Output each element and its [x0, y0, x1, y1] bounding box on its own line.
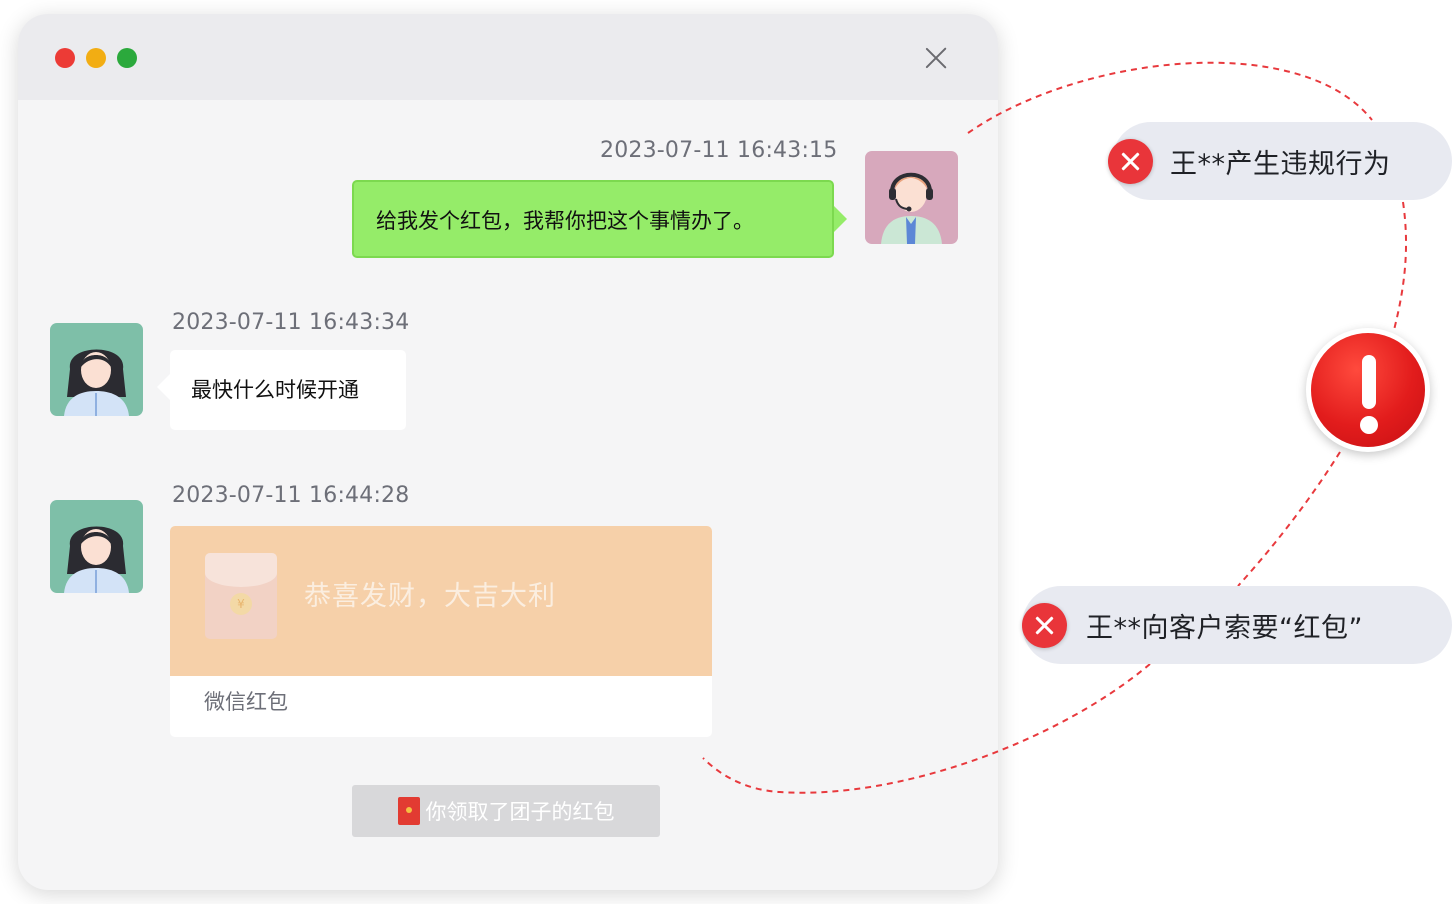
red-packet-icon: [397, 797, 420, 825]
close-icon[interactable]: [920, 42, 952, 74]
message-bubble-other: 最快什么时候开通: [157, 350, 406, 430]
customer-avatar[interactable]: [50, 323, 143, 416]
system-message: 你领取了团子的红包: [352, 785, 660, 837]
red-packet-card[interactable]: ¥ 恭喜发财，大吉大利 微信红包: [170, 526, 712, 737]
violation-alert-text: 王**向客户索要“红包”: [1086, 613, 1363, 644]
red-packet-greeting: 恭喜发财，大吉大利: [304, 581, 556, 612]
message-timestamp: 2023-07-11 16:44:28: [172, 483, 410, 508]
minimize-traffic-light[interactable]: [86, 48, 106, 68]
message-bubble-self: 给我发个红包，我帮你把这个事情办了。: [352, 180, 847, 258]
red-envelope-icon: ¥: [205, 553, 277, 639]
system-message-text: 你领取了团子的红包: [425, 800, 615, 824]
x-circle-icon: [1022, 603, 1067, 648]
violation-alert-1[interactable]: 王**产生违规行为: [1108, 122, 1452, 200]
maximize-traffic-light[interactable]: [117, 48, 137, 68]
customer-avatar[interactable]: [50, 500, 143, 593]
message-timestamp: 2023-07-11 16:43:34: [172, 310, 410, 335]
exclamation-icon: [1306, 328, 1430, 452]
x-circle-icon: [1108, 139, 1153, 184]
violation-alert-text: 王**产生违规行为: [1170, 149, 1391, 180]
title-bar: [18, 14, 998, 100]
message-timestamp: 2023-07-11 16:43:15: [600, 138, 838, 163]
chat-window: 2023-07-11 16:43:15 给我发个红包，我帮你把这个事情办了。 2…: [18, 14, 998, 890]
red-packet-footer: 微信红包: [204, 690, 288, 714]
agent-avatar[interactable]: [865, 151, 958, 244]
red-packet-body: ¥ 恭喜发财，大吉大利: [170, 526, 712, 676]
close-traffic-light[interactable]: [55, 48, 75, 68]
violation-alert-2[interactable]: 王**向客户索要“红包”: [1022, 586, 1452, 664]
